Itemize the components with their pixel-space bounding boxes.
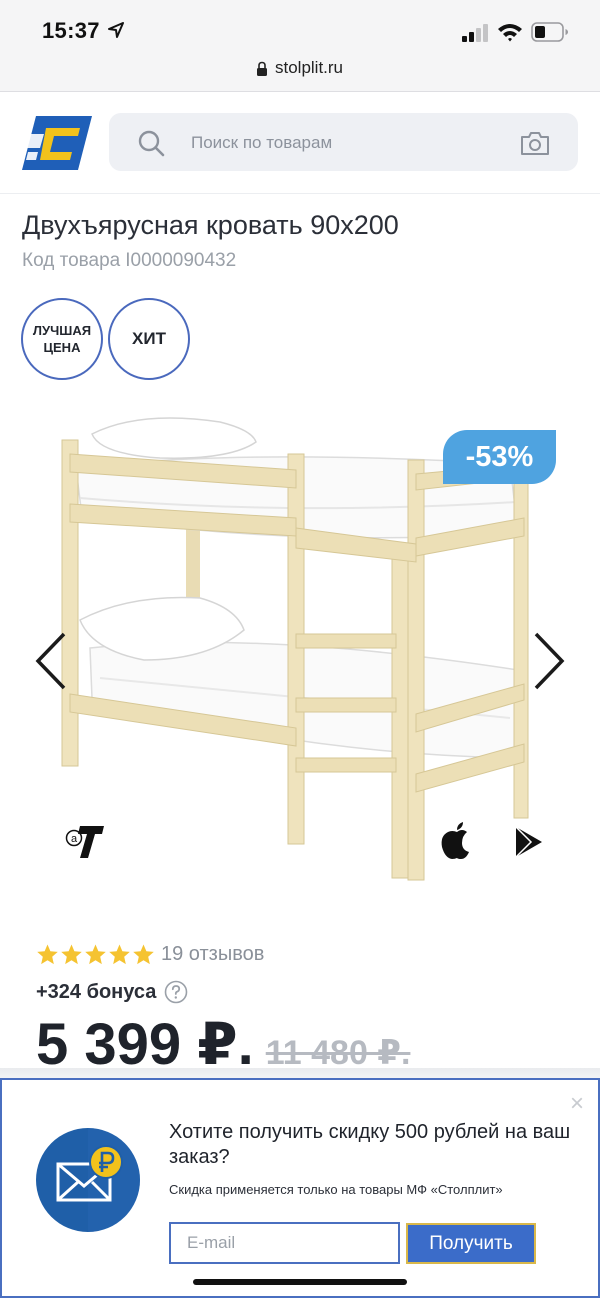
product-code: Код товара I0000090432: [22, 250, 236, 272]
submit-button[interactable]: Получить: [406, 1223, 536, 1264]
reviews-link[interactable]: 19 отзывов: [161, 943, 264, 966]
bonus-row: +324 бонуса: [36, 978, 188, 1006]
google-play-icon: [515, 826, 542, 858]
star-icon: [61, 943, 82, 964]
wifi-icon: [498, 24, 522, 42]
old-price: 11 480 ₽.: [265, 1034, 411, 1072]
rating-row[interactable]: 19 отзывов: [36, 940, 264, 968]
product-code-value: I0000090432: [125, 250, 237, 271]
search-input[interactable]: Поиск по товарам: [191, 133, 332, 153]
chevron-left-icon[interactable]: [32, 630, 70, 692]
tinkoff-logo-icon: a: [65, 826, 104, 858]
home-indicator: [193, 1279, 407, 1285]
battery-icon: [531, 22, 568, 42]
site-header: Поиск по товарам: [0, 92, 600, 194]
search-icon[interactable]: [137, 129, 165, 157]
product-gallery[interactable]: -53% a: [0, 398, 600, 898]
location-arrow-icon: [108, 22, 124, 38]
question-circle-icon[interactable]: [164, 980, 188, 1004]
star-icon: [85, 943, 106, 964]
star-icon: [109, 943, 130, 964]
star-icon: [133, 943, 154, 964]
envelope-ruble-icon: [36, 1128, 140, 1232]
url-bar[interactable]: stolplit.ru: [0, 50, 600, 92]
bonus-text: +324 бонуса: [36, 980, 157, 1003]
camera-icon[interactable]: [520, 130, 550, 156]
product-code-label: Код товара: [22, 250, 121, 271]
rating-stars: [36, 943, 155, 966]
product-title: Двухъярусная кровать 90x200: [22, 210, 399, 240]
close-button[interactable]: ×: [570, 1092, 584, 1116]
email-input[interactable]: [169, 1222, 400, 1264]
cellular-signal-icon: [462, 24, 488, 42]
status-time: 15:37: [42, 18, 100, 43]
url-text: stolplit.ru: [274, 58, 344, 77]
price-row: 5 399 ₽. 11 480 ₽.: [36, 1010, 411, 1077]
status-bar: 15:37: [0, 0, 600, 50]
search-box[interactable]: Поиск по товарам: [109, 113, 578, 171]
apple-logo-icon: [441, 822, 469, 859]
best-price-badge: ЛУЧШАЯ ЦЕНА: [21, 298, 103, 380]
svg-text:a: a: [71, 833, 78, 845]
star-icon: [37, 943, 58, 964]
popup-title: Хотите получить скидку 500 рублей на ваш…: [169, 1121, 571, 1168]
discount-badge: -53%: [443, 430, 556, 484]
stolplit-logo[interactable]: [22, 114, 92, 172]
hit-badge: ХИТ: [108, 298, 190, 380]
chevron-right-icon[interactable]: [530, 630, 568, 692]
discount-popup: × Хотите получить скидку 500 рублей на в…: [0, 1078, 600, 1298]
popup-note: Скидка применяется только на товары МФ «…: [169, 1182, 503, 1197]
